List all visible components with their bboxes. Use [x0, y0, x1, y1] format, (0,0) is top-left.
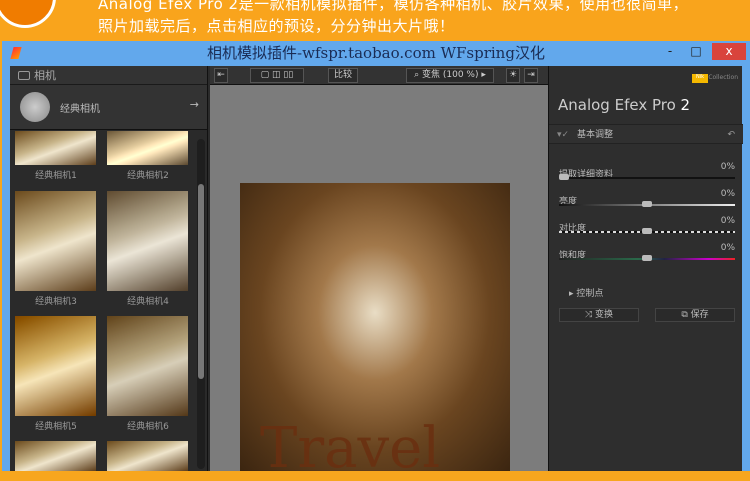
preset-thumb-1[interactable] [15, 131, 96, 165]
control-points-section[interactable]: ▸ 控制点 [569, 286, 603, 299]
nik-logo: Nik [692, 74, 708, 83]
slider-brightness[interactable]: 亮度 0% [559, 189, 735, 208]
minimize-button[interactable]: - [658, 43, 682, 60]
save-label: 保存 [690, 310, 709, 320]
banner-line-2: 照片加载完后，点击相应的预设，分分钟出大片哦！ [98, 17, 455, 35]
preset-thumb-7[interactable] [15, 441, 96, 471]
preset-thumb-5[interactable] [15, 316, 96, 416]
preview-area: ⇤ ▢ ◫ ▯▯ 比较 ⌕ 变焦 (100 %) ▸ ☀ ⇥ Travel [210, 66, 548, 481]
compare-button[interactable]: 比较 [328, 68, 358, 83]
slider-value: 0% [720, 162, 735, 172]
preset-label: 经典相机5 [35, 422, 77, 432]
photo-overlay-text: Travel [260, 416, 441, 481]
slider-knob[interactable] [642, 228, 652, 234]
preset-label: 经典相机6 [127, 422, 169, 432]
close-button[interactable]: x [712, 43, 746, 60]
category-label: 相机 [34, 69, 56, 82]
preview-photo: Travel [240, 183, 510, 481]
zoom-label: 变焦 (100 %) [422, 70, 479, 80]
scrollbar[interactable] [197, 139, 205, 469]
preset-label: 经典相机2 [127, 171, 169, 181]
control-points-label: 控制点 [576, 289, 604, 299]
slider-detail[interactable]: 提取详细资料 0% [559, 162, 735, 181]
preset-thumb-3[interactable] [15, 191, 96, 291]
preset-label: 经典相机4 [127, 297, 169, 307]
scrollbar-thumb[interactable] [198, 184, 204, 379]
slider-knob[interactable] [642, 255, 652, 261]
app-version: 2 [680, 96, 691, 114]
loupe-icon[interactable]: ☀ [506, 68, 520, 83]
checkbox-icon[interactable]: ▾✓ [557, 125, 569, 145]
shuffle-button[interactable]: ⤨ 变换 [559, 308, 639, 322]
preset-category[interactable]: 经典相机 → [10, 85, 207, 130]
preset-thumb-8[interactable] [107, 441, 188, 471]
app-name-text: Analog Efex Pro [558, 96, 676, 114]
banner: Analog Efex Pro 2是一款相机模拟插件，模仿各种相机、胶片效果，使… [0, 0, 750, 40]
preset-panel: 相机 经典相机 → 经典相机1 经典相机2 经典相机3 经典相机4 经典相机5 … [10, 66, 208, 471]
slider-saturation[interactable]: 饱和度 0% [559, 243, 735, 262]
basic-adjustments-section[interactable]: ▾✓ 基本调整 ↶ [549, 124, 743, 144]
view-mode-buttons[interactable]: ▢ ◫ ▯▯ [250, 68, 304, 83]
toggle-left-panel-icon[interactable]: ⇤ [214, 68, 228, 83]
preset-category-label: 经典相机 [60, 104, 100, 115]
reset-icon[interactable]: ↶ [727, 125, 735, 145]
save-button[interactable]: ⧉ 保存 [655, 308, 735, 322]
window-title: 相机模拟插件-wfspr.taobao.com WFspring汉化 [207, 44, 545, 62]
preset-thumb-6[interactable] [107, 316, 188, 416]
step-badge [0, 0, 56, 28]
zoom-dropdown[interactable]: ⌕ 变焦 (100 %) ▸ [406, 68, 494, 83]
app-name: Analog Efex Pro 2 [558, 96, 690, 114]
toolbar: ⇤ ▢ ◫ ▯▯ 比较 ⌕ 变焦 (100 %) ▸ ☀ ⇥ [210, 66, 548, 85]
camera-preset-icon [20, 92, 50, 122]
banner-line-1: Analog Efex Pro 2是一款相机模拟插件，模仿各种相机、胶片效果，使… [98, 0, 689, 13]
camera-icon [18, 71, 30, 80]
preset-thumb-2[interactable] [107, 131, 188, 165]
collection-label: Collection [708, 74, 738, 81]
slider-value: 0% [720, 216, 735, 226]
arrow-right-icon[interactable]: → [190, 98, 199, 111]
adjustments-panel: Nik Collection Analog Efex Pro 2 ▾✓ 基本调整 ↶… [548, 66, 743, 471]
preset-thumb-4[interactable] [107, 191, 188, 291]
preset-label: 经典相机3 [35, 297, 77, 307]
category-header: 相机 [10, 66, 207, 85]
maximize-button[interactable]: □ [684, 43, 708, 60]
slider-knob[interactable] [642, 201, 652, 207]
slider-value: 0% [720, 189, 735, 199]
slider-value: 0% [720, 243, 735, 253]
slider-knob[interactable] [559, 174, 569, 180]
section-title: 基本调整 [577, 130, 614, 140]
shuffle-label: 变换 [595, 310, 614, 320]
slider-contrast[interactable]: 对比度 0% [559, 216, 735, 235]
preset-label: 经典相机1 [35, 171, 77, 181]
toggle-right-panel-icon[interactable]: ⇥ [524, 68, 538, 83]
app-window: 相机模拟插件-wfspr.taobao.com WFspring汉化 - □ x… [2, 41, 750, 481]
